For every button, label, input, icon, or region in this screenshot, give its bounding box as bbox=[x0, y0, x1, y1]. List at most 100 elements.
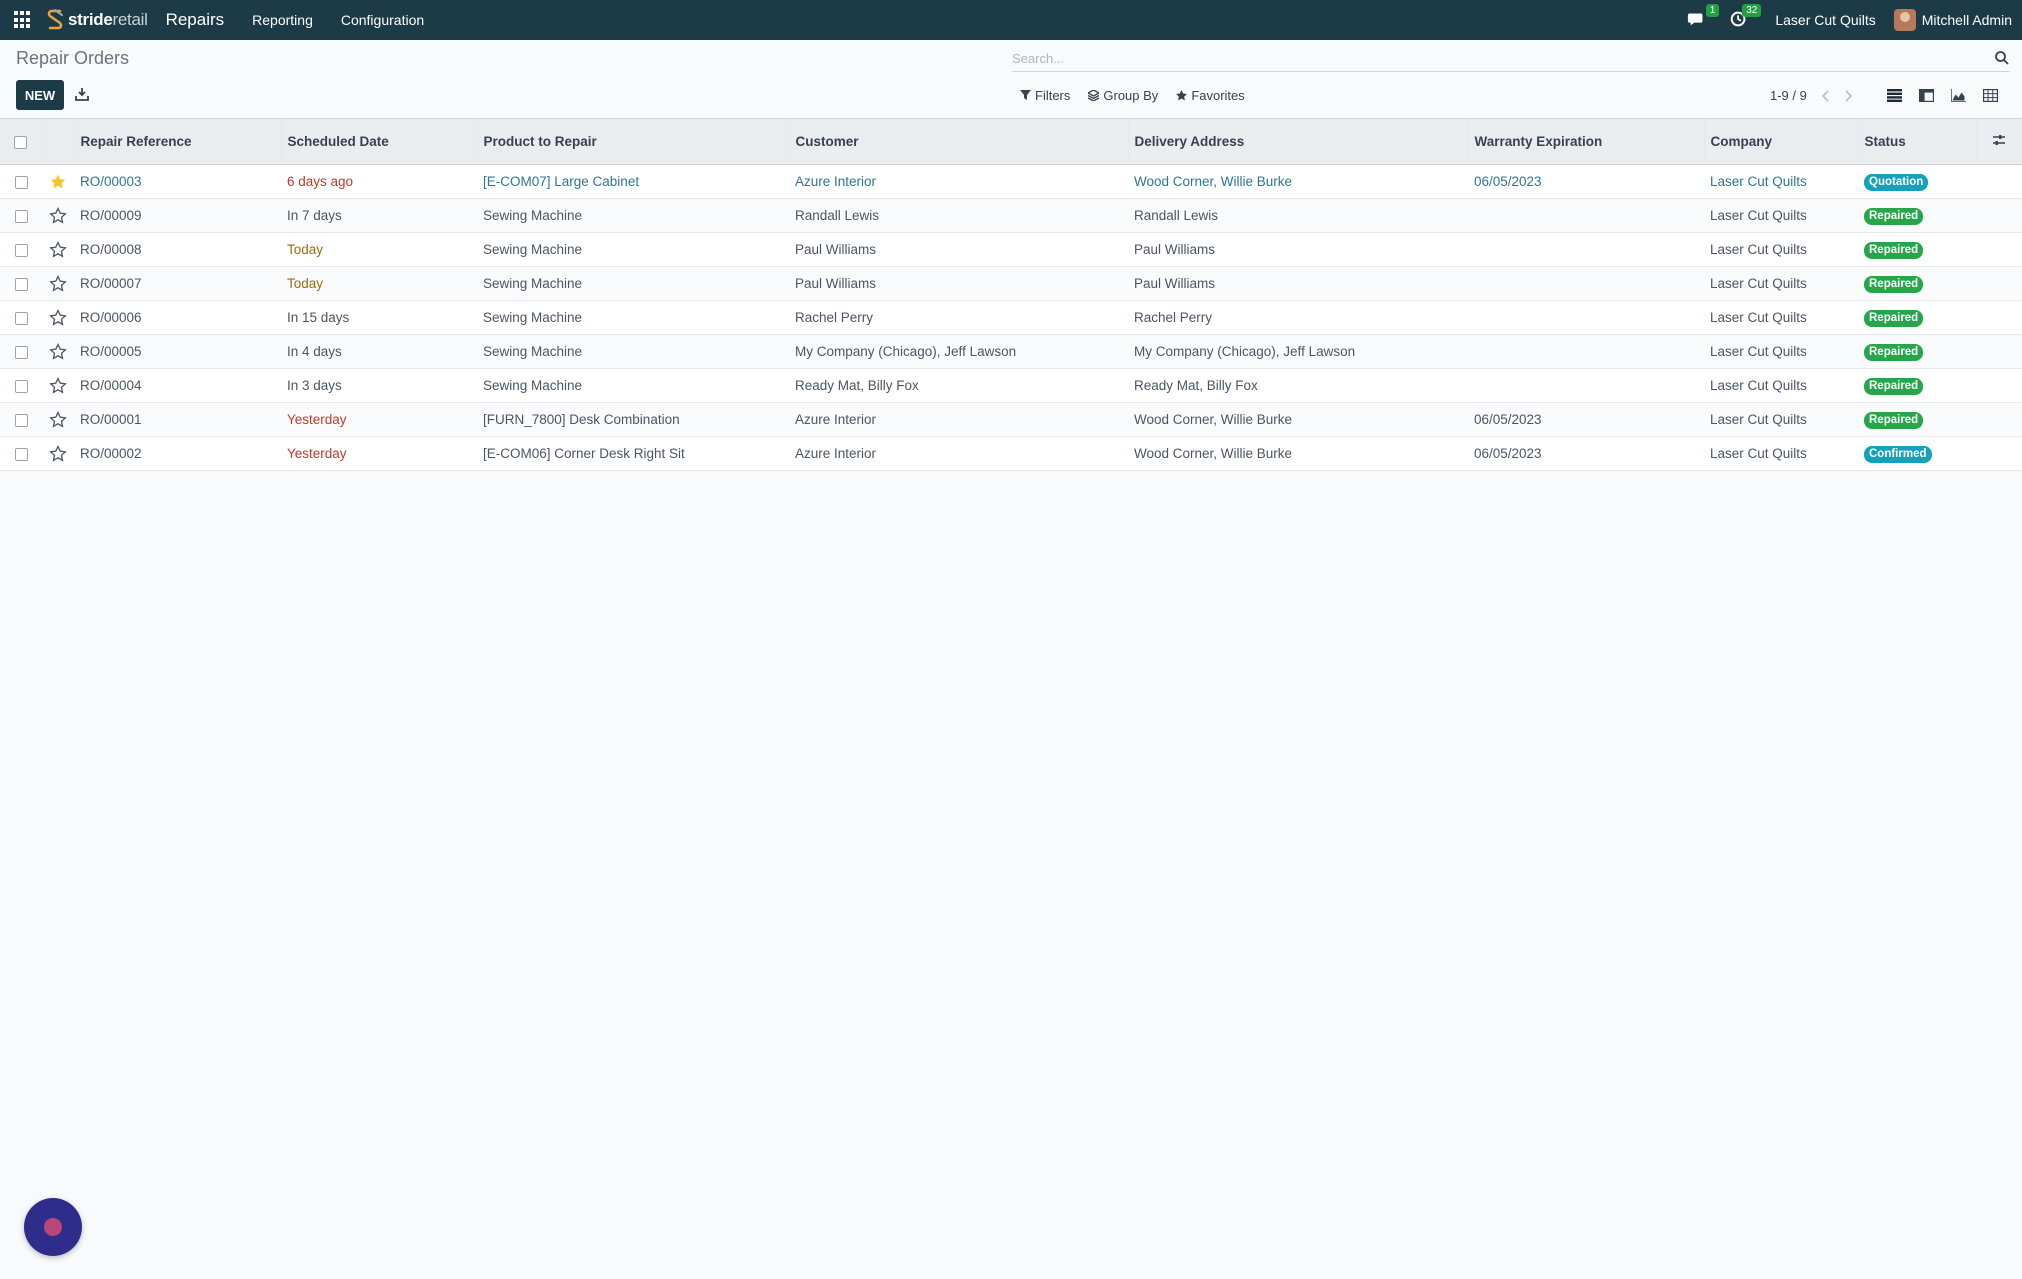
star-icon bbox=[1176, 90, 1188, 101]
table-row[interactable]: RO/00002 Yesterday [E-COM06] Corner Desk R… bbox=[0, 436, 2022, 471]
cell-scheduled-date: In 7 days bbox=[287, 208, 342, 223]
cell-empty bbox=[1976, 233, 2022, 267]
chevron-left-icon[interactable] bbox=[1821, 89, 1831, 102]
table-row[interactable]: RO/00005 In 4 days Sewing Machine My Compan… bbox=[0, 334, 2022, 369]
cell-customer: Azure Interior bbox=[795, 174, 877, 189]
area-chart-icon bbox=[1950, 88, 1966, 102]
priority-star[interactable] bbox=[42, 335, 74, 369]
column-header-product[interactable]: Product to Repair bbox=[477, 118, 790, 165]
optional-columns-toggle[interactable] bbox=[1976, 118, 2022, 165]
view-switcher bbox=[1878, 82, 2006, 108]
row-checkbox[interactable] bbox=[0, 301, 42, 335]
cell-company: Laser Cut Quilts bbox=[1710, 412, 1807, 427]
cell-product: Sewing Machine bbox=[483, 344, 583, 359]
star-filled-icon[interactable] bbox=[49, 173, 67, 191]
menu-reporting[interactable]: Reporting bbox=[252, 12, 313, 28]
star-outline-icon[interactable] bbox=[49, 376, 67, 395]
table-row[interactable]: RO/00003 6 days ago [E-COM07] Large Cabine… bbox=[0, 164, 2022, 199]
status-badge: Repaired bbox=[1864, 377, 1924, 395]
star-outline-icon[interactable] bbox=[49, 410, 67, 429]
table-row[interactable]: RO/00006 In 15 days Sewing Machine Rachel P… bbox=[0, 300, 2022, 335]
star-outline-icon[interactable] bbox=[49, 444, 67, 463]
table-row[interactable]: RO/00009 In 7 days Sewing Machine Randall L… bbox=[0, 198, 2022, 233]
column-header-delivery-address[interactable]: Delivery Address bbox=[1128, 118, 1469, 165]
star-outline-icon[interactable] bbox=[49, 240, 67, 259]
app-name[interactable]: Repairs bbox=[166, 10, 225, 30]
new-button[interactable]: NEW bbox=[16, 80, 64, 110]
status-badge: Repaired bbox=[1864, 241, 1924, 259]
star-outline-icon[interactable] bbox=[49, 206, 67, 225]
cell-delivery-address: Wood Corner, Willie Burke bbox=[1134, 174, 1293, 189]
priority-star[interactable] bbox=[42, 437, 74, 471]
priority-star[interactable] bbox=[42, 267, 74, 301]
cell-delivery-address: Paul Williams bbox=[1134, 242, 1216, 257]
row-checkbox[interactable] bbox=[0, 199, 42, 233]
status-badge: Confirmed bbox=[1864, 445, 1932, 463]
user-avatar[interactable] bbox=[1893, 9, 1916, 31]
cell-company: Laser Cut Quilts bbox=[1710, 446, 1807, 461]
pivot-view-button[interactable] bbox=[1974, 82, 2006, 108]
table-row[interactable]: RO/00004 In 3 days Sewing Machine Ready Mat… bbox=[0, 368, 2022, 403]
row-checkbox[interactable] bbox=[0, 403, 42, 437]
pager-value[interactable]: 1-9 / 9 bbox=[1770, 88, 1807, 103]
cell-customer: My Company (Chicago), Jeff Lawson bbox=[795, 344, 1017, 359]
priority-star[interactable] bbox=[42, 369, 74, 403]
column-header-repair-reference[interactable]: Repair Reference bbox=[74, 118, 282, 165]
row-checkbox[interactable] bbox=[0, 437, 42, 471]
row-checkbox[interactable] bbox=[0, 165, 42, 199]
favorites-button[interactable]: Favorites bbox=[1176, 88, 1245, 103]
cell-company: Laser Cut Quilts bbox=[1710, 242, 1807, 257]
cell-repair-reference: RO/00004 bbox=[80, 378, 142, 393]
cell-customer: Ready Mat, Billy Fox bbox=[795, 378, 919, 393]
table-row[interactable]: RO/00008 Today Sewing Machine Paul Williams… bbox=[0, 232, 2022, 267]
priority-star[interactable] bbox=[42, 199, 74, 233]
column-header-warranty-expiration[interactable]: Warranty Expiration bbox=[1468, 118, 1705, 165]
star-outline-icon[interactable] bbox=[49, 274, 67, 293]
cell-empty bbox=[1976, 165, 2022, 199]
cell-repair-reference: RO/00008 bbox=[80, 242, 142, 257]
cell-warranty-expiration bbox=[1468, 199, 1704, 233]
star-outline-icon[interactable] bbox=[49, 342, 67, 361]
table-row[interactable]: RO/00007 Today Sewing Machine Paul Williams… bbox=[0, 266, 2022, 301]
pager: 1-9 / 9 bbox=[1770, 88, 1853, 103]
menu-configuration[interactable]: Configuration bbox=[341, 12, 424, 28]
row-checkbox[interactable] bbox=[0, 335, 42, 369]
priority-star[interactable] bbox=[42, 301, 74, 335]
messages-button[interactable]: 1 bbox=[1687, 4, 1720, 31]
select-all-checkbox[interactable] bbox=[0, 118, 43, 165]
cell-warranty-expiration bbox=[1468, 335, 1704, 369]
cell-scheduled-date: Today bbox=[287, 242, 324, 257]
cell-warranty-expiration bbox=[1468, 267, 1704, 301]
star-outline-icon[interactable] bbox=[49, 308, 67, 327]
brand-logo[interactable]: strideretail bbox=[46, 8, 148, 32]
priority-star[interactable] bbox=[42, 403, 74, 437]
priority-star[interactable] bbox=[42, 233, 74, 267]
favorites-label: Favorites bbox=[1191, 88, 1245, 103]
company-switcher[interactable]: Laser Cut Quilts bbox=[1775, 12, 1875, 28]
column-header-customer[interactable]: Customer bbox=[789, 118, 1129, 165]
filters-button[interactable]: Filters bbox=[1020, 88, 1070, 103]
row-checkbox[interactable] bbox=[0, 369, 42, 403]
list-view-button[interactable] bbox=[1878, 82, 1910, 108]
column-header-company[interactable]: Company bbox=[1704, 118, 1859, 165]
group-by-button[interactable]: Group By bbox=[1088, 88, 1158, 103]
download-icon[interactable] bbox=[74, 86, 90, 102]
chevron-right-icon[interactable] bbox=[1843, 89, 1853, 102]
priority-star[interactable] bbox=[42, 165, 74, 199]
row-checkbox[interactable] bbox=[0, 267, 42, 301]
column-header-status[interactable]: Status bbox=[1858, 118, 1977, 165]
cell-warranty-expiration: 06/05/2023 bbox=[1474, 174, 1542, 189]
kanban-view-button[interactable] bbox=[1910, 82, 1942, 108]
cell-product: Sewing Machine bbox=[483, 242, 583, 257]
table-row[interactable]: RO/00001 Yesterday [FURN_7800] Desk Combin… bbox=[0, 402, 2022, 437]
activities-button[interactable]: 32 bbox=[1729, 4, 1762, 31]
livechat-button[interactable] bbox=[24, 1198, 82, 1256]
search-input[interactable] bbox=[1012, 46, 1972, 70]
column-header-scheduled-date[interactable]: Scheduled Date bbox=[281, 118, 478, 165]
search-icon[interactable] bbox=[1994, 50, 2010, 66]
graph-view-button[interactable] bbox=[1942, 82, 1974, 108]
cell-company: Laser Cut Quilts bbox=[1710, 276, 1807, 291]
row-checkbox[interactable] bbox=[0, 233, 42, 267]
user-menu[interactable]: Mitchell Admin bbox=[1922, 12, 2012, 28]
app-menu-icon[interactable] bbox=[14, 11, 32, 29]
